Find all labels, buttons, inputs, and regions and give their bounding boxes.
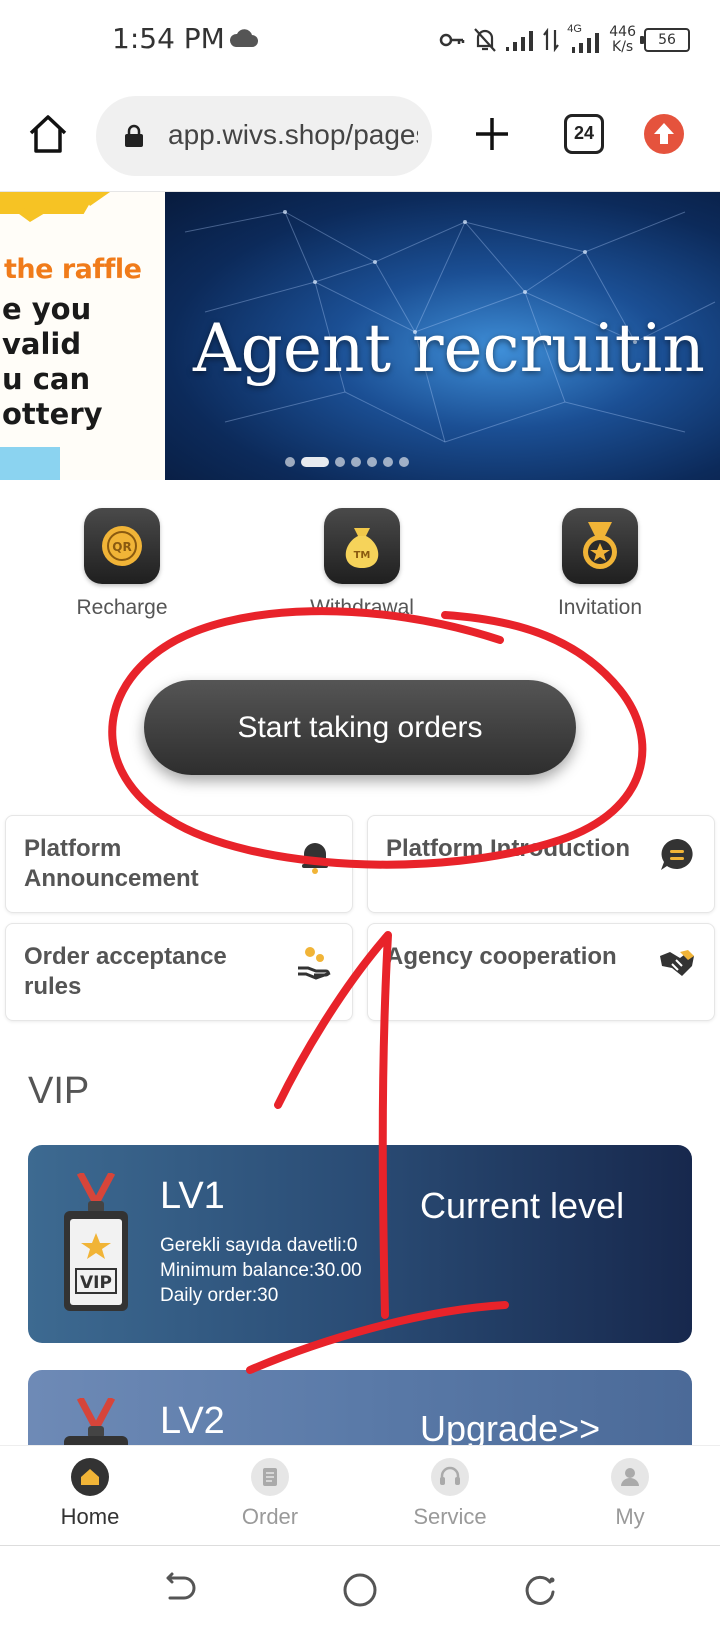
signal-4g-bars-icon xyxy=(572,33,600,53)
card-label: Agency cooperation xyxy=(386,943,617,970)
cloud-icon xyxy=(229,29,258,47)
chat-bubble-icon xyxy=(661,839,693,870)
quick-action-withdrawal[interactable]: TM Withdrawal xyxy=(282,508,442,620)
arrow-up-icon xyxy=(654,123,674,144)
signal-icon xyxy=(506,31,534,51)
vip-current-level-label: Current level xyxy=(420,1185,625,1226)
key-icon xyxy=(440,33,465,47)
battery-indicator: 56 xyxy=(640,28,690,52)
vip-badge-icon: VIP xyxy=(64,1173,128,1311)
hand-coins-icon xyxy=(298,947,331,980)
carousel-dot[interactable] xyxy=(285,457,295,467)
medal-icon xyxy=(562,508,638,584)
start-taking-orders-button[interactable]: Start taking orders xyxy=(144,680,576,775)
banner-slide-agent: Agent recruitin xyxy=(165,192,720,480)
banner-corner-shape xyxy=(0,447,60,480)
status-indicators: 4G 446 K/s 56 xyxy=(439,20,690,60)
quick-action-label: Withdrawal xyxy=(310,596,414,619)
card-platform-announcement[interactable]: Platform Announcement xyxy=(5,815,353,913)
handshake-icon xyxy=(660,950,694,976)
back-icon[interactable] xyxy=(160,1570,200,1610)
recents-icon[interactable] xyxy=(520,1570,560,1610)
quick-action-label: Recharge xyxy=(76,596,168,619)
carousel-dot[interactable] xyxy=(351,457,361,467)
carousel-dot[interactable] xyxy=(367,457,377,467)
home-circle-icon[interactable] xyxy=(340,1570,380,1610)
banner-raffle-lines: e you valid u can ottery xyxy=(2,292,103,431)
user-icon xyxy=(611,1458,649,1496)
quick-action-recharge[interactable]: QR Recharge xyxy=(42,508,202,620)
bottom-nav: Home Order Service My xyxy=(0,1445,720,1545)
svg-text:TM: TM xyxy=(354,550,371,561)
nav-home[interactable]: Home xyxy=(0,1458,180,1530)
nav-label: Home xyxy=(60,1504,120,1529)
nav-label: Order xyxy=(241,1504,299,1529)
browser-home-icon[interactable] xyxy=(26,112,70,156)
vip-card-lv1[interactable]: VIP LV1 Gerekli sayıda davetli:0 Minimum… xyxy=(28,1145,692,1343)
card-label: Platform Announcement xyxy=(24,835,199,892)
order-icon xyxy=(251,1458,289,1496)
card-platform-introduction[interactable]: Platform Introduction xyxy=(367,815,715,913)
quick-action-invitation[interactable]: Invitation xyxy=(520,508,680,620)
carousel-dot[interactable] xyxy=(335,457,345,467)
bell-muted-icon xyxy=(474,28,497,52)
home-icon xyxy=(71,1458,109,1496)
tab-count-button[interactable]: 24 xyxy=(564,114,604,154)
status-time: 1:54 PM xyxy=(112,22,225,55)
carousel-dots[interactable] xyxy=(285,457,409,467)
nav-order[interactable]: Order xyxy=(180,1458,360,1530)
vip-heading: VIP xyxy=(28,1070,90,1112)
vip-upgrade-link[interactable]: Upgrade>> xyxy=(420,1408,600,1450)
carousel-dot-active[interactable] xyxy=(301,457,329,467)
carousel-dot[interactable] xyxy=(399,457,409,467)
quick-actions: QR Recharge TM Withdrawal Invitation xyxy=(0,500,720,620)
quick-action-label: Invitation xyxy=(557,596,643,619)
service-icon xyxy=(431,1458,469,1496)
vip-detail-balance: Minimum balance:30.00 xyxy=(160,1260,362,1281)
money-bag-icon: TM xyxy=(324,508,400,584)
vip-level-label: LV1 xyxy=(160,1175,225,1217)
qr-coin-icon: QR xyxy=(84,508,160,584)
network-speed: 446 K/s xyxy=(609,24,636,55)
vip-details: Gerekli sayıda davetli:0 Minimum balance… xyxy=(160,1233,362,1308)
card-agency-cooperation[interactable]: Agency cooperation xyxy=(367,923,715,1021)
banner-slide-raffle: the raffle e you valid u can ottery xyxy=(0,192,165,480)
card-order-acceptance-rules[interactable]: Order acceptance rules xyxy=(5,923,353,1021)
promo-banner-carousel[interactable]: the raffle e you valid u can ottery Agen… xyxy=(0,192,720,480)
svg-text:QR: QR xyxy=(112,540,131,554)
vip-detail-daily-order: Daily order:30 xyxy=(160,1285,279,1306)
nav-service[interactable]: Service xyxy=(360,1458,540,1530)
card-label: Order acceptance rules xyxy=(24,943,227,1000)
vip-detail-invitees: Gerekli sayıda davetli:0 xyxy=(160,1235,358,1256)
banner-title: Agent recruitin xyxy=(193,310,705,387)
lock-icon xyxy=(125,124,143,147)
nav-my[interactable]: My xyxy=(540,1458,720,1530)
new-tab-icon[interactable] xyxy=(472,114,512,154)
banner-raffle-text: the raffle xyxy=(4,254,142,285)
nav-label: My xyxy=(615,1504,645,1529)
lightning-icon xyxy=(0,192,110,222)
nav-label: Service xyxy=(413,1504,487,1529)
address-bar[interactable]: app.wivs.shop/pages xyxy=(96,96,432,176)
browser-toolbar: app.wivs.shop/pages 24 xyxy=(0,82,720,192)
data-transfer-icon xyxy=(543,28,560,52)
status-bar: 1:54 PM 4G 446 K/s 56 xyxy=(0,0,720,82)
browser-update-button[interactable] xyxy=(644,114,684,154)
svg-text:VIP: VIP xyxy=(80,1273,112,1293)
system-navigation-bar xyxy=(0,1545,720,1640)
bell-icon xyxy=(302,843,328,874)
card-label: Platform Introduction xyxy=(386,835,630,862)
url-text: app.wivs.shop/pages xyxy=(168,119,418,150)
signal-4g: 4G xyxy=(567,23,601,53)
carousel-dot[interactable] xyxy=(383,457,393,467)
vip-level-label: LV2 xyxy=(160,1400,225,1442)
